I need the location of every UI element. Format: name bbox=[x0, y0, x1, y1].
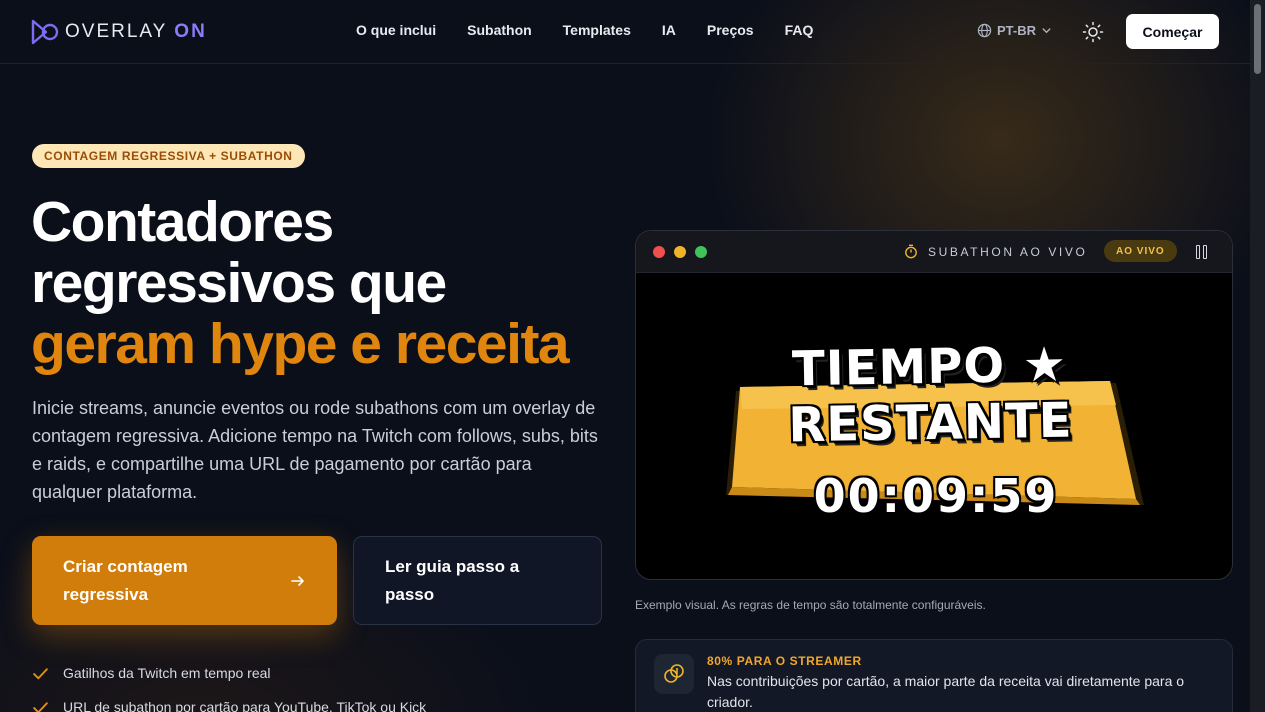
language-selector[interactable]: PT-BR bbox=[977, 23, 1052, 38]
preview-titlebar: SUBATHON AO VIVO AO VIVO bbox=[636, 231, 1232, 273]
window-minimize-dot bbox=[674, 246, 686, 258]
check-icon bbox=[33, 701, 48, 712]
sun-icon bbox=[1082, 21, 1104, 43]
globe-icon bbox=[977, 23, 992, 38]
menu-item-templates[interactable]: Templates bbox=[563, 22, 631, 38]
overlay-heading: TIEMPO ★ RESTANTE bbox=[787, 336, 1074, 454]
preview-title: SUBATHON AO VIVO bbox=[904, 244, 1087, 259]
streamer-card-title: 80% PARA O STREAMER bbox=[707, 654, 862, 668]
scrollbar[interactable] bbox=[1250, 0, 1265, 712]
streamer-card-text: Nas contribuições por cartão, a maior pa… bbox=[707, 673, 1185, 710]
timer-overlay: TIEMPO ★ RESTANTE 00:09:59 bbox=[636, 273, 1232, 579]
menu-item-subathon[interactable]: Subathon bbox=[467, 22, 532, 38]
language-label: PT-BR bbox=[997, 23, 1036, 38]
feature-list: Gatilhos da Twitch em tempo real URL de … bbox=[32, 656, 426, 712]
logo-icon bbox=[31, 19, 59, 45]
menu-item-faq[interactable]: FAQ bbox=[785, 22, 814, 38]
logo-text: OVERLAY ON bbox=[65, 21, 207, 42]
arrow-right-icon bbox=[291, 575, 304, 586]
create-countdown-label: Criar contagem regressiva bbox=[63, 556, 188, 604]
feature-item: Gatilhos da Twitch em tempo real bbox=[32, 656, 426, 690]
start-button[interactable]: Começar bbox=[1126, 14, 1219, 49]
hero-description: Inicie streams, anuncie eventos ou rode … bbox=[32, 398, 598, 502]
hero-badge: CONTAGEM REGRESSIVA + SUBATHON bbox=[32, 144, 305, 168]
feature-item: URL de subathon por cartão para YouTube,… bbox=[32, 690, 426, 712]
menu-item-ia[interactable]: IA bbox=[662, 22, 676, 38]
scrollbar-thumb[interactable] bbox=[1254, 4, 1261, 74]
window-close-dot bbox=[653, 246, 665, 258]
read-guide-label: Ler guia passo a passo bbox=[385, 556, 520, 604]
menu-item-o-que-inclui[interactable]: O que inclui bbox=[356, 22, 436, 38]
overlay-preview-window: SUBATHON AO VIVO AO VIVO TIEMPO ★ RESTAN… bbox=[635, 230, 1233, 580]
hero-title: Contadores regressivos que geram hype e … bbox=[31, 190, 570, 376]
read-guide-button[interactable]: Ler guia passo a passo bbox=[353, 536, 602, 625]
hero-title-accent: geram hype e receita bbox=[31, 312, 570, 376]
window-maximize-dot bbox=[695, 246, 707, 258]
top-navbar: OVERLAY ON O que inclui Subathon Templat… bbox=[0, 0, 1250, 64]
preview-title-text: SUBATHON AO VIVO bbox=[928, 244, 1088, 259]
check-icon bbox=[33, 667, 48, 679]
theme-toggle[interactable] bbox=[1082, 21, 1104, 43]
hero-title-line-2: regressivos que bbox=[31, 251, 447, 315]
feature-text: Gatilhos da Twitch em tempo real bbox=[63, 665, 271, 681]
chevron-down-icon bbox=[1042, 28, 1051, 34]
feature-text: URL de subathon por cartão para YouTube,… bbox=[63, 699, 427, 712]
preview-caption: Exemplo visual. As regras de tempo são t… bbox=[635, 598, 986, 612]
stopwatch-icon bbox=[905, 244, 917, 259]
create-countdown-button[interactable]: Criar contagem regressiva bbox=[32, 536, 337, 625]
main-menu: O que inclui Subathon Templates IA Preço… bbox=[356, 22, 844, 38]
hero-title-line-1: Contadores bbox=[31, 190, 334, 254]
menu-item-precos[interactable]: Preços bbox=[707, 22, 754, 38]
pause-icon[interactable] bbox=[1196, 245, 1208, 259]
live-badge: AO VIVO bbox=[1104, 240, 1177, 262]
coins-icon bbox=[654, 654, 694, 694]
logo[interactable]: OVERLAY ON bbox=[31, 19, 207, 45]
streamer-share-card: 80% PARA O STREAMER Nas contribuições po… bbox=[635, 639, 1233, 712]
countdown-timer: 00:09:59 bbox=[813, 469, 1059, 523]
